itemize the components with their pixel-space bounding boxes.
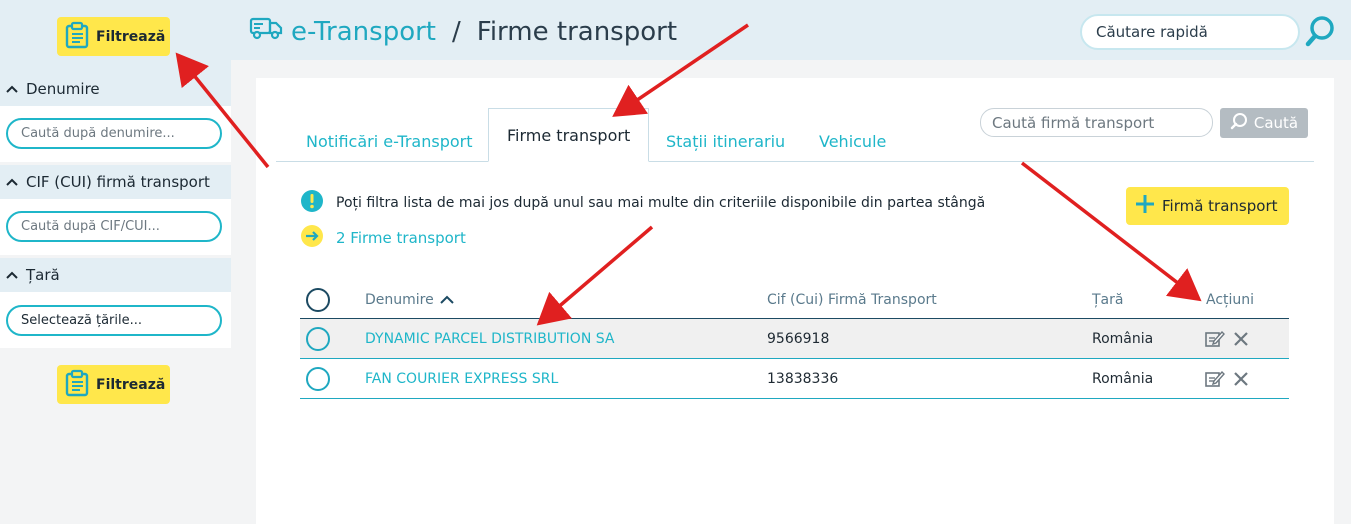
firm-cif: 9566918 — [767, 330, 830, 347]
chevron-up-icon — [6, 269, 18, 281]
header-name-label: Denumire — [365, 292, 434, 308]
firm-search-input[interactable]: Caută firmă transport — [980, 108, 1213, 137]
clipboard-icon — [63, 369, 91, 401]
section-title: Țară — [26, 266, 60, 284]
filter-button-top[interactable]: Filtrează — [57, 17, 170, 56]
filter-button-label: Filtrează — [96, 28, 166, 45]
firm-name-link[interactable]: DYNAMIC PARCEL DISTRIBUTION SA — [365, 319, 614, 358]
filter-info-text: Poți filtra lista de mai jos după unul s… — [336, 195, 986, 211]
section-header-denumire[interactable]: Denumire — [0, 72, 231, 106]
tab-label: Stații itinerariu — [666, 131, 786, 151]
sidebar: Filtrează Denumire Caută după denumire..… — [0, 0, 231, 524]
table-header: Denumire Cif (Cui) Firmă Transport Țară … — [300, 282, 1289, 319]
tab-label: Firme transport — [507, 125, 631, 145]
search-button-label: Caută — [1253, 114, 1299, 132]
breadcrumb-separator: / — [452, 16, 461, 47]
page-title: Firme transport — [476, 16, 678, 47]
sort-by-name-header[interactable]: Denumire — [365, 282, 454, 318]
delete-icon[interactable] — [1233, 331, 1249, 347]
header-cif-label: Cif (Cui) Firmă Transport — [767, 292, 937, 308]
firm-search-placeholder: Caută firmă transport — [992, 113, 1155, 132]
filter-button-label: Filtrează — [96, 376, 166, 393]
tab-statii-itinerariu[interactable]: Stații itinerariu — [666, 120, 785, 162]
result-count-text: 2 Firme transport — [336, 229, 466, 247]
quick-search-input[interactable]: Căutare rapidă — [1080, 14, 1300, 50]
filter-button-bottom[interactable]: Filtrează — [57, 365, 170, 404]
tab-firme-transport[interactable]: Firme transport — [488, 108, 650, 162]
firms-table: Denumire Cif (Cui) Firmă Transport Țară … — [300, 282, 1289, 399]
chevron-up-icon — [6, 83, 18, 95]
radio-circle — [306, 366, 330, 391]
firm-country: România — [1092, 370, 1154, 387]
quick-search-placeholder: Căutare rapidă — [1096, 23, 1208, 41]
exclamation-icon — [300, 189, 324, 217]
row-actions — [1205, 359, 1249, 398]
search-icon — [1230, 112, 1248, 134]
result-count: 2 Firme transport — [300, 224, 466, 252]
firm-name-link[interactable]: FAN COURIER EXPRESS SRL — [365, 359, 558, 398]
radio-circle — [306, 288, 330, 312]
app-name[interactable]: e-Transport — [291, 17, 436, 47]
add-firm-button[interactable]: Firmă transport — [1126, 187, 1289, 225]
table-row[interactable]: DYNAMIC PARCEL DISTRIBUTION SA 9566918 R… — [300, 319, 1289, 359]
country-select[interactable]: Selectează țările... — [6, 305, 222, 336]
header-cif[interactable]: Cif (Cui) Firmă Transport — [767, 282, 937, 318]
tab-vehicule[interactable]: Vehicule — [819, 120, 886, 162]
add-firm-label: Firmă transport — [1162, 197, 1278, 215]
tab-label: Vehicule — [819, 131, 887, 151]
header-country[interactable]: Țară — [1092, 282, 1123, 318]
table-row[interactable]: FAN COURIER EXPRESS SRL 13838336 România — [300, 359, 1289, 399]
cif-search-input[interactable]: Caută după CIF/CUI... — [6, 211, 222, 242]
row-actions — [1205, 319, 1249, 358]
row-radio[interactable] — [306, 359, 330, 398]
section-header-cif[interactable]: CIF (CUI) firmă transport — [0, 165, 231, 199]
sidebar-top: Filtrează — [0, 0, 231, 72]
edit-icon[interactable] — [1205, 330, 1225, 348]
main-panel: Notificări e-Transport Firme transport S… — [256, 78, 1334, 524]
delete-icon[interactable] — [1233, 371, 1249, 387]
truck-icon — [249, 16, 283, 47]
header-country-label: Țară — [1092, 292, 1124, 308]
name-search-placeholder: Caută după denumire... — [21, 126, 175, 141]
firm-country: România — [1092, 330, 1154, 347]
header: e-Transport / Firme transport Căutare ra… — [231, 0, 1351, 60]
name-search-input[interactable]: Caută după denumire... — [6, 118, 222, 149]
sort-up-icon — [440, 292, 454, 308]
section-title: CIF (CUI) firmă transport — [26, 173, 210, 191]
row-radio[interactable] — [306, 319, 330, 358]
arrow-right-icon — [300, 224, 324, 252]
radio-circle — [306, 326, 330, 351]
cif-search-placeholder: Caută după CIF/CUI... — [21, 219, 160, 234]
search-button[interactable]: Caută — [1220, 108, 1308, 138]
header-actions-label: Acțiuni — [1206, 292, 1255, 308]
search-icon[interactable] — [1304, 14, 1336, 48]
edit-icon[interactable] — [1205, 370, 1225, 388]
plus-icon — [1134, 193, 1156, 219]
header-actions: Acțiuni — [1206, 282, 1254, 318]
select-all-radio[interactable] — [306, 282, 330, 318]
breadcrumb: e-Transport / Firme transport — [249, 16, 677, 47]
section-body-denumire: Caută după denumire... — [0, 106, 231, 162]
clipboard-icon — [63, 21, 91, 53]
section-title: Denumire — [26, 80, 100, 98]
country-select-placeholder: Selectează țările... — [21, 313, 143, 328]
section-body-tara: Selectează țările... — [0, 292, 231, 348]
tab-notificari[interactable]: Notificări e-Transport — [306, 120, 473, 162]
tab-label: Notificări e-Transport — [306, 131, 473, 151]
firm-cif: 13838336 — [767, 370, 839, 387]
filter-info: Poți filtra lista de mai jos după unul s… — [300, 189, 985, 217]
section-header-tara[interactable]: Țară — [0, 258, 231, 292]
chevron-up-icon — [6, 176, 18, 188]
section-body-cif: Caută după CIF/CUI... — [0, 199, 231, 255]
